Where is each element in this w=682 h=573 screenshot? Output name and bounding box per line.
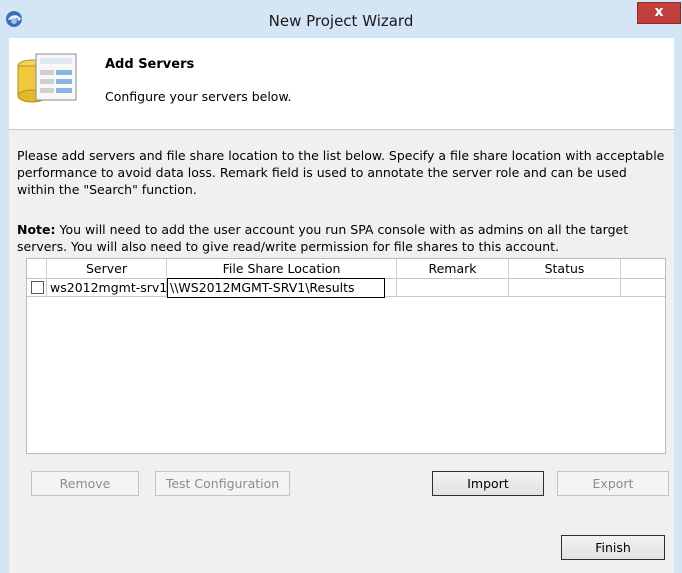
- column-header-remark[interactable]: Remark: [397, 259, 509, 279]
- wizard-body: Please add servers and file share locati…: [9, 129, 674, 573]
- client-area: Add Servers Configure your servers below…: [9, 38, 674, 573]
- description-text: Please add servers and file share locati…: [17, 148, 665, 197]
- import-button[interactable]: Import: [432, 471, 544, 496]
- servers-icon: [17, 53, 77, 103]
- servers-grid[interactable]: Server File Share Location Remark Status…: [26, 258, 666, 454]
- page-subtitle: Configure your servers below.: [105, 89, 292, 104]
- column-header-server[interactable]: Server: [47, 259, 167, 279]
- export-button[interactable]: Export: [557, 471, 669, 496]
- page-title: Add Servers: [105, 57, 195, 72]
- column-header-status[interactable]: Status: [509, 259, 621, 279]
- row-checkbox-cell: [27, 279, 47, 297]
- finish-button[interactable]: Finish: [561, 535, 665, 560]
- note-label: Note:: [17, 222, 56, 237]
- status-cell: [509, 279, 621, 297]
- note-body: You will need to add the user account yo…: [17, 222, 629, 254]
- remark-cell[interactable]: [397, 279, 509, 297]
- wizard-header: Add Servers Configure your servers below…: [9, 38, 674, 129]
- wizard-window: New Project Wizard x Add Servers Configu…: [0, 0, 682, 573]
- close-button[interactable]: x: [637, 2, 681, 24]
- header-checkbox-column: [27, 259, 47, 279]
- note-text: Note: You will need to add the user acco…: [17, 221, 667, 255]
- title-bar[interactable]: New Project Wizard x: [0, 0, 682, 38]
- table-row[interactable]: ws2012mgmt-srv1 \\WS2012MGMT-SRV1\Result…: [27, 278, 665, 298]
- remove-button[interactable]: Remove: [31, 471, 139, 496]
- file-share-edit-field[interactable]: \\WS2012MGMT-SRV1\Results: [167, 278, 385, 298]
- server-cell[interactable]: ws2012mgmt-srv1: [47, 279, 167, 297]
- window-title: New Project Wizard: [268, 12, 414, 30]
- column-header-file-share[interactable]: File Share Location: [167, 259, 397, 279]
- test-configuration-button[interactable]: Test Configuration: [155, 471, 290, 496]
- grid-header: Server File Share Location Remark Status: [27, 259, 665, 279]
- row-checkbox[interactable]: [31, 281, 44, 294]
